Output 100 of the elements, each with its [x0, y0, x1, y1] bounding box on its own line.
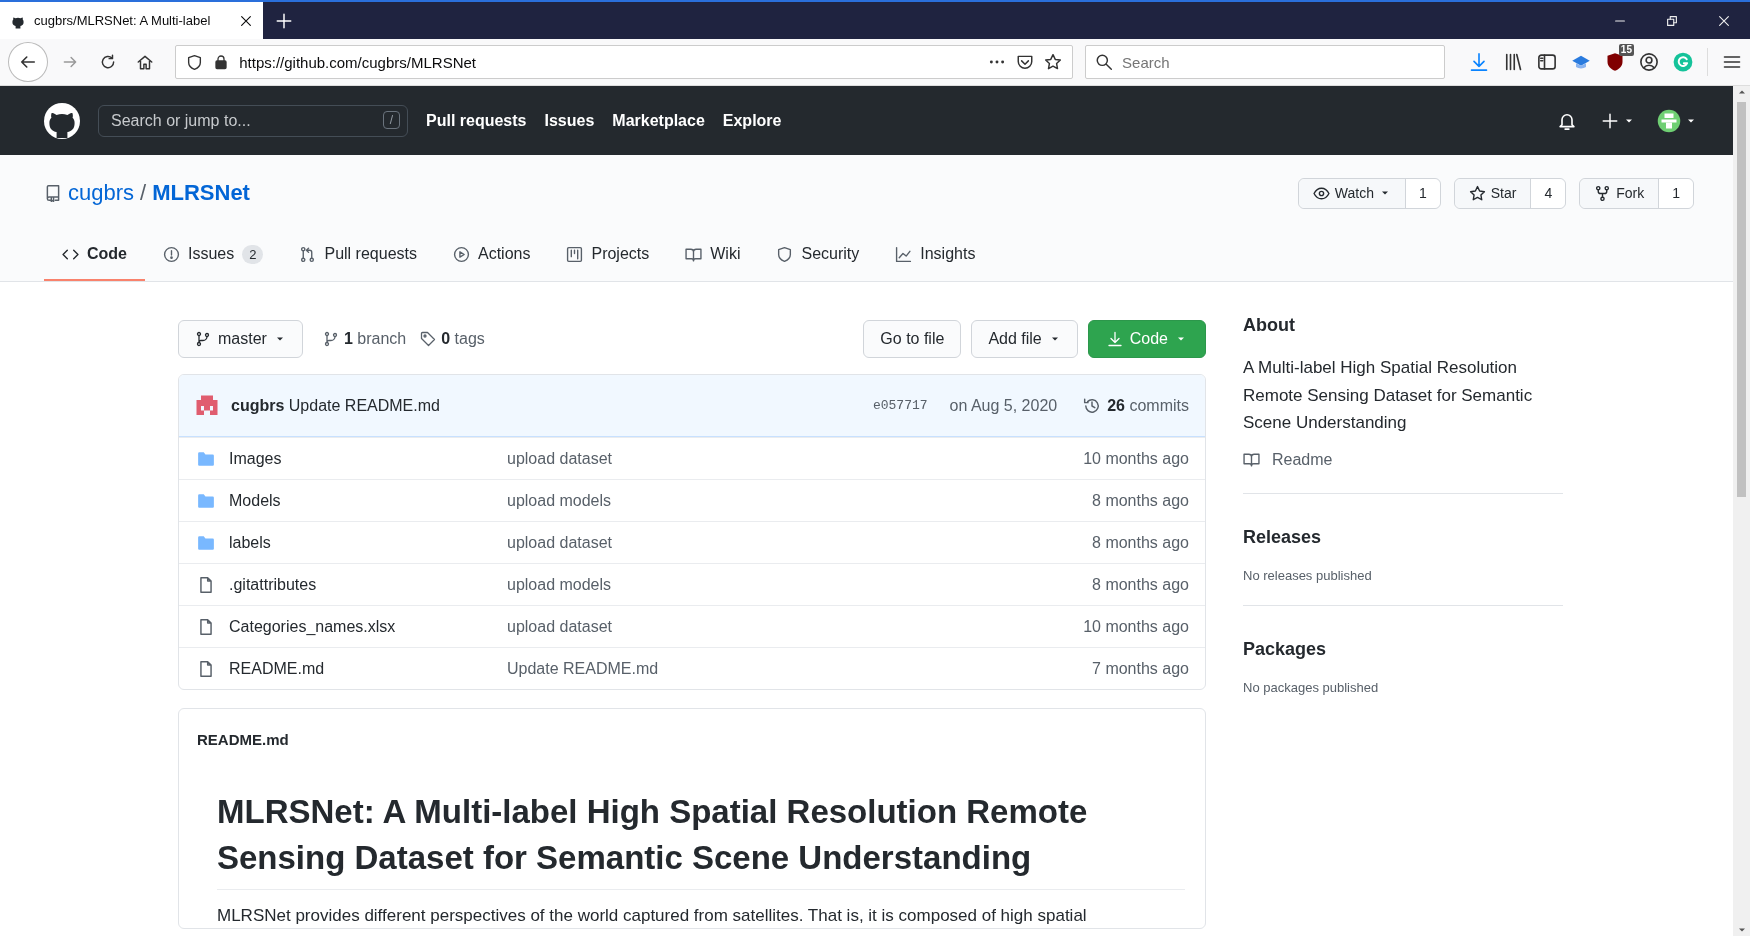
fork-icon — [1594, 184, 1612, 202]
nav-link[interactable]: Issues — [544, 111, 595, 130]
graph-icon — [895, 245, 913, 263]
shield-icon — [186, 53, 204, 71]
scrollbar-thumb[interactable] — [1737, 102, 1746, 497]
file-name-link[interactable]: Categories_names.xlsx — [229, 617, 507, 636]
commit-age: 8 months ago — [1092, 533, 1189, 552]
file-icon — [197, 575, 215, 594]
sidebar-icon[interactable] — [1537, 52, 1557, 72]
download-icon — [1106, 331, 1123, 347]
repo-tab[interactable]: Projects — [548, 229, 668, 281]
repo-tab[interactable]: Insights — [877, 229, 994, 281]
watch-button[interactable]: Watch — [1298, 178, 1406, 208]
empty-note: No packages published — [1243, 679, 1380, 695]
repo-name-link[interactable]: MLRSNet — [152, 180, 250, 206]
sidebar-heading: Releases — [1243, 525, 1323, 549]
library-icon[interactable] — [1503, 52, 1523, 72]
shortcut-key: / — [382, 110, 400, 129]
folder-icon — [197, 449, 215, 468]
pull-request-icon — [299, 245, 317, 263]
folder-icon — [197, 491, 215, 510]
branch-icon — [195, 331, 211, 347]
nav-link[interactable]: Pull requests — [426, 111, 527, 130]
count-link[interactable]: 4 — [1531, 178, 1566, 208]
shield-icon[interactable] — [1605, 52, 1625, 72]
readme-paragraph: MLRSNet provides different perspectives of the world captured from satellites. That is, it is composed of high spatial — [217, 905, 1088, 927]
commit-message-link[interactable]: upload dataset — [507, 533, 1093, 552]
file-icon — [197, 659, 215, 678]
avatar-icon[interactable] — [1657, 108, 1681, 133]
file-name-link[interactable]: Models — [229, 491, 507, 510]
folder-icon — [197, 533, 215, 552]
count-link[interactable]: 1 — [1659, 178, 1693, 208]
add-file-button[interactable]: Add file — [971, 320, 1078, 358]
star-button[interactable]: Star — [1454, 178, 1532, 208]
account-icon[interactable] — [1639, 52, 1659, 72]
nav-link[interactable]: Marketplace — [612, 111, 705, 130]
file-name-link[interactable]: Images — [229, 449, 507, 468]
commit-age: 8 months ago — [1092, 491, 1189, 510]
eye-icon — [1312, 184, 1330, 202]
history-icon — [1083, 396, 1102, 415]
plus-icon[interactable] — [1601, 111, 1619, 130]
repo-tab[interactable]: Issues 2 — [145, 229, 282, 281]
home-icon[interactable] — [136, 53, 155, 71]
star-icon[interactable] — [1044, 53, 1063, 71]
commit-message-link[interactable]: Update README.md — [507, 659, 1093, 678]
file-icon — [197, 617, 215, 636]
repo-tab[interactable]: Code — [44, 229, 145, 281]
play-icon — [453, 245, 470, 263]
commit-message-link[interactable]: upload dataset — [507, 449, 1084, 468]
owner-link[interactable]: cugbrs — [68, 180, 135, 207]
logo-icon[interactable] — [44, 102, 80, 139]
branch-selector[interactable]: master — [178, 320, 303, 358]
tag-icon — [420, 331, 437, 347]
branch-icon — [322, 331, 339, 347]
file-name-link[interactable]: README.md — [229, 659, 507, 678]
commit-sha[interactable]: e057717 — [872, 398, 928, 413]
commits-link[interactable]: 26 commits — [1083, 396, 1189, 415]
commit-age: 8 months ago — [1092, 575, 1189, 594]
repo-tab[interactable]: Pull requests — [281, 229, 435, 281]
commit-age: 10 months ago — [1083, 617, 1189, 636]
book-icon — [1243, 451, 1260, 468]
address-bar[interactable]: https://github.com/cugbrs/MLRSNet — [175, 45, 1074, 79]
close-icon[interactable] — [1717, 13, 1731, 28]
commit-message-link[interactable]: upload dataset — [507, 617, 1084, 636]
commit-age: 10 months ago — [1083, 449, 1189, 468]
tags-link[interactable]: 0 tags — [420, 330, 485, 348]
branches-link[interactable]: 1 branch — [322, 330, 407, 348]
fork-button[interactable]: Fork — [1580, 178, 1660, 208]
download-icon[interactable] — [1469, 52, 1489, 72]
browser-tab[interactable]: cugbrs/MLRSNet: A Multi-label — [0, 2, 263, 39]
readme-heading: MLRSNet: A Multi-label High Spatial Resolution Remote Sensing Dataset for Semantic Scene Understanding — [217, 789, 1185, 890]
extension-badge: 15 — [1618, 44, 1634, 56]
file-name-link[interactable]: labels — [229, 533, 507, 552]
sidebar-heading: Packages — [1243, 637, 1328, 661]
repo-tab[interactable]: Security — [758, 229, 878, 281]
close-icon[interactable] — [239, 13, 253, 28]
commit-message-link[interactable]: upload models — [507, 575, 1093, 594]
pocket-icon[interactable] — [1016, 53, 1035, 71]
commit-age: 7 months ago — [1092, 659, 1189, 678]
readme-link[interactable]: Readme — [1243, 450, 1333, 469]
lock-icon — [213, 54, 230, 70]
repo-tab[interactable]: Actions — [435, 229, 549, 281]
count-link[interactable]: 1 — [1405, 178, 1440, 208]
project-icon — [566, 245, 584, 263]
star-icon — [1468, 184, 1486, 202]
book-icon — [685, 245, 703, 263]
repo-icon — [44, 184, 62, 203]
repo-tab[interactable]: Wiki — [667, 229, 759, 281]
file-name-link[interactable]: .gitattributes — [229, 575, 507, 594]
counter-badge: 2 — [242, 244, 264, 264]
go-to-file-button[interactable]: Go to file — [863, 320, 962, 358]
new-tab-icon[interactable] — [275, 11, 293, 30]
commit-author[interactable]: cugbrs — [231, 396, 285, 414]
sidebar-heading: About — [1243, 314, 1296, 337]
path-separator: / — [140, 180, 147, 207]
nav-link[interactable]: Explore — [722, 111, 782, 130]
restore-icon[interactable] — [1665, 13, 1679, 28]
commit-date: on Aug 5, 2020 — [949, 396, 1058, 415]
commit-message-link[interactable]: upload models — [507, 491, 1093, 510]
empty-note: No releases published — [1243, 567, 1373, 583]
